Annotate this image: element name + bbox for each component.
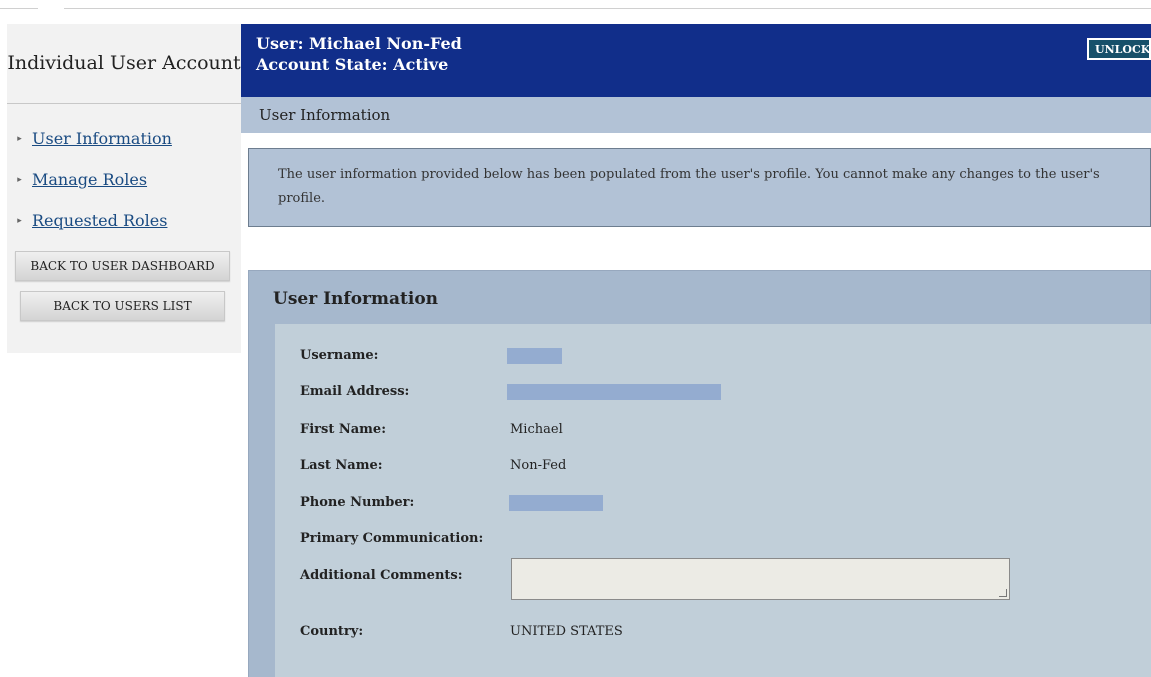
email-value-redacted — [507, 384, 721, 400]
user-information-panel: User Information Username: Email Address… — [248, 270, 1151, 677]
sidebar: Individual User Account ▸ User Informati… — [7, 24, 241, 353]
account-state-heading: Account State: Active — [256, 55, 449, 74]
manage-roles-link[interactable]: Manage Roles — [32, 170, 147, 189]
additional-comments-label: Additional Comments: — [300, 568, 463, 583]
section-title-bar: User Information — [241, 97, 1151, 133]
unlock-button[interactable]: UNLOCK — [1087, 38, 1151, 60]
country-value: UNITED STATES — [510, 624, 623, 639]
sidebar-nav: ▸ User Information ▸ Manage Roles ▸ Requ… — [7, 104, 241, 241]
top-divider-left — [0, 8, 38, 9]
phone-value-redacted — [509, 495, 603, 511]
email-label: Email Address: — [300, 384, 410, 399]
sidebar-item-manage-roles: ▸ Manage Roles — [7, 159, 241, 200]
bullet-arrow-icon: ▸ — [17, 174, 22, 185]
panel-title: User Information — [273, 289, 439, 309]
requested-roles-link[interactable]: Requested Roles — [32, 211, 167, 230]
back-to-users-list-button[interactable]: BACK TO USERS LIST — [20, 291, 225, 321]
info-notice: The user information provided below has … — [248, 148, 1151, 227]
user-information-fields: Username: Email Address: First Name: Mic… — [275, 324, 1151, 677]
first-name-value: Michael — [510, 422, 563, 437]
top-divider — [64, 8, 1151, 9]
user-information-link[interactable]: User Information — [32, 129, 172, 148]
last-name-value: Non-Fed — [510, 458, 567, 473]
sidebar-title: Individual User Account — [7, 52, 241, 74]
country-label: Country: — [300, 624, 364, 639]
bullet-arrow-icon: ▸ — [17, 133, 22, 144]
sidebar-item-user-information: ▸ User Information — [7, 118, 241, 159]
user-name-heading: User: Michael Non-Fed — [256, 34, 462, 53]
bullet-arrow-icon: ▸ — [17, 215, 22, 226]
username-value-redacted — [507, 348, 562, 364]
sidebar-item-requested-roles: ▸ Requested Roles — [7, 200, 241, 241]
username-label: Username: — [300, 348, 379, 363]
phone-label: Phone Number: — [300, 495, 415, 510]
first-name-label: First Name: — [300, 422, 386, 437]
last-name-label: Last Name: — [300, 458, 383, 473]
back-to-user-dashboard-button[interactable]: BACK TO USER DASHBOARD — [15, 251, 230, 281]
primary-communication-label: Primary Communication: — [300, 531, 484, 546]
additional-comments-textarea[interactable] — [511, 558, 1010, 600]
account-header: User: Michael Non-Fed Account State: Act… — [241, 24, 1151, 97]
